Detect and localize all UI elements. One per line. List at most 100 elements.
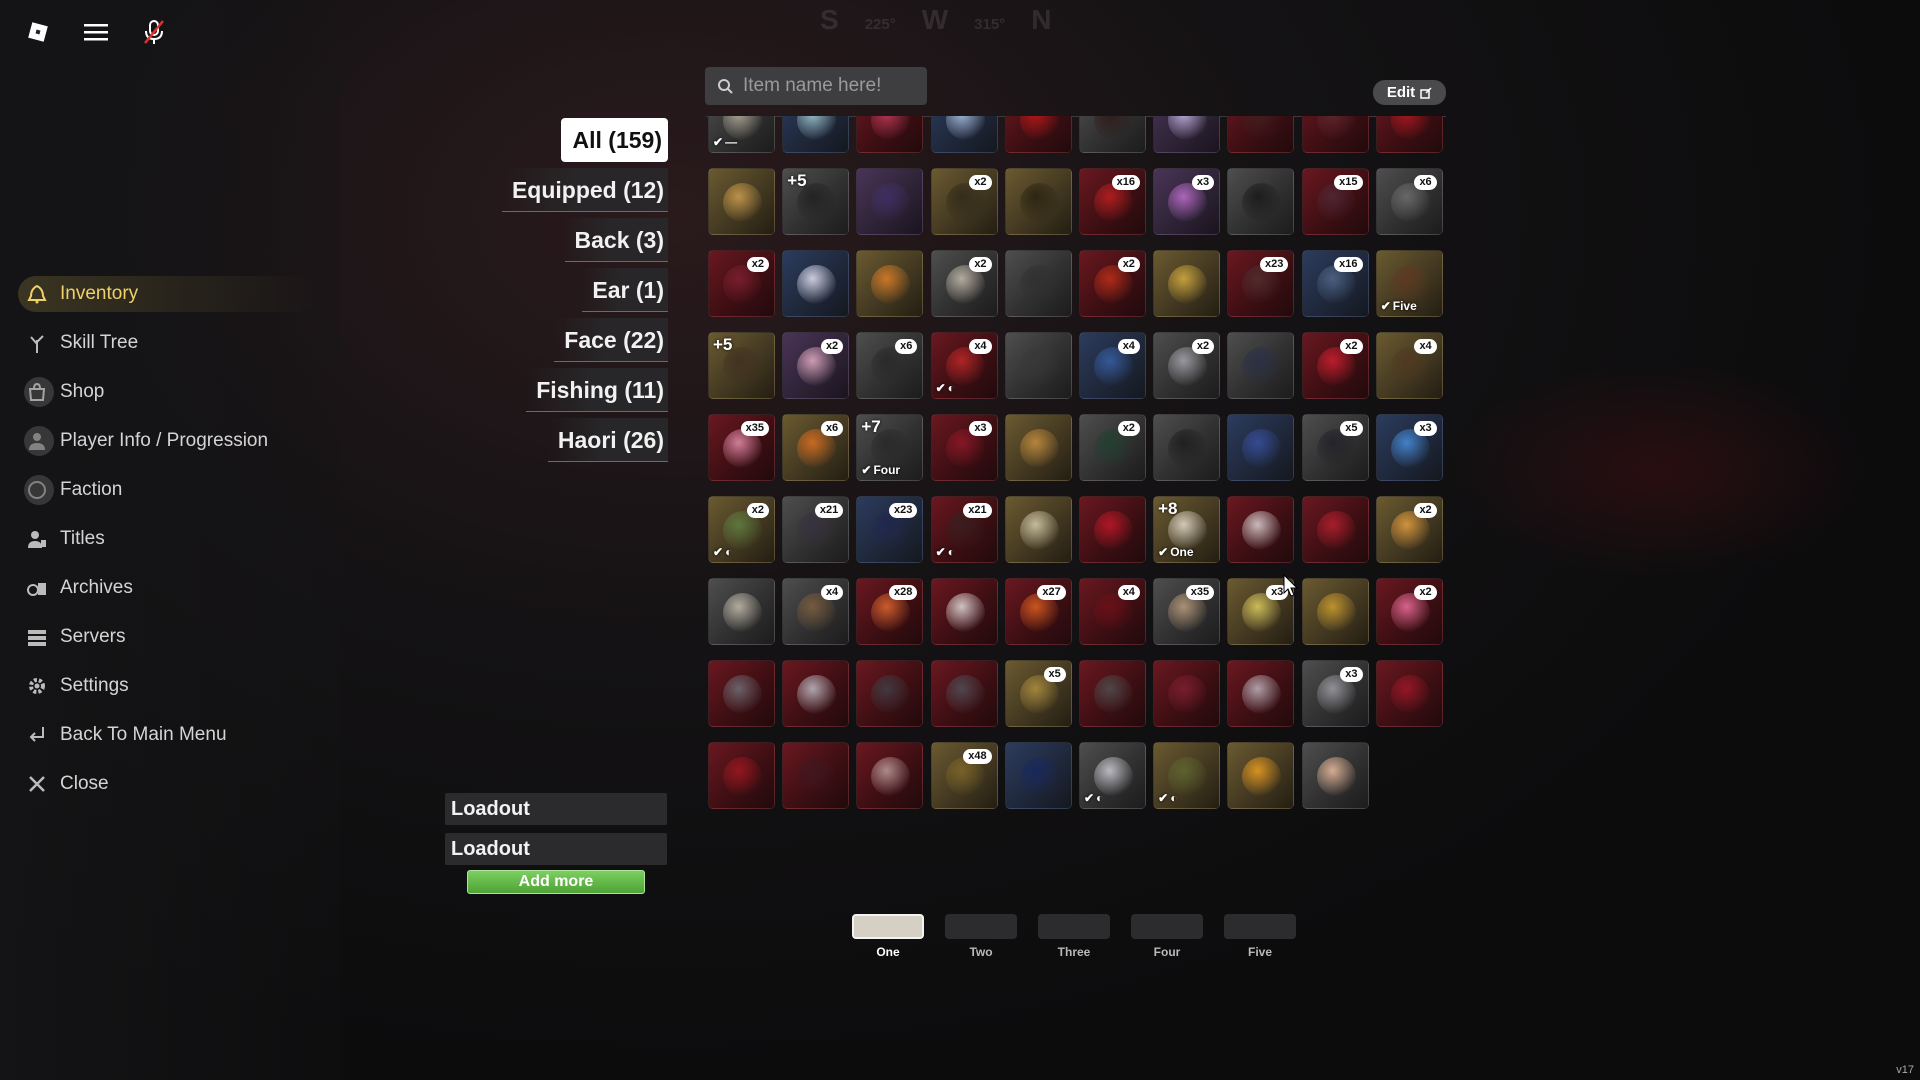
inventory-item[interactable]: x15 (1301, 168, 1369, 235)
inventory-item[interactable] (708, 168, 775, 235)
inventory-item[interactable] (1078, 660, 1146, 727)
menu-item-faction[interactable]: Faction (18, 472, 318, 508)
inventory-item[interactable] (856, 250, 924, 317)
menu-item-inventory[interactable]: Inventory (18, 276, 318, 312)
menu-item-shop[interactable]: Shop (18, 374, 318, 410)
tab-ear[interactable]: Ear (1) (440, 268, 668, 312)
slot-one[interactable]: One (852, 914, 924, 959)
inventory-item[interactable] (1004, 414, 1072, 481)
add-more-button[interactable]: Add more (467, 870, 645, 894)
menu-item-close[interactable]: Close (18, 766, 318, 802)
inventory-item[interactable] (1153, 250, 1221, 317)
inventory-item[interactable] (1227, 414, 1295, 481)
inventory-item[interactable] (1227, 116, 1295, 153)
inventory-item[interactable]: +8 ✔ One (1153, 496, 1221, 563)
hamburger-menu-icon[interactable] (82, 18, 110, 46)
inventory-item[interactable] (930, 116, 998, 153)
menu-item-servers[interactable]: Servers (18, 619, 318, 655)
inventory-item[interactable]: x6 (1375, 168, 1443, 235)
inventory-item[interactable]: x4 (1375, 332, 1443, 399)
inventory-item[interactable] (1227, 660, 1295, 727)
inventory-item[interactable]: x3 (930, 414, 998, 481)
inventory-item[interactable]: +7 ✔ Four (856, 414, 924, 481)
inventory-item[interactable]: x28 (856, 578, 924, 645)
inventory-item[interactable]: x3 (1153, 168, 1221, 235)
inventory-item[interactable]: x2 (1078, 414, 1146, 481)
inventory-item[interactable]: x6 (856, 332, 924, 399)
inventory-item[interactable] (782, 660, 850, 727)
inventory-item[interactable]: x2 ✔ ◐ (708, 496, 775, 563)
slot-two[interactable]: Two (945, 914, 1017, 959)
inventory-item[interactable] (856, 168, 924, 235)
inventory-item[interactable] (1004, 742, 1072, 809)
inventory-item[interactable]: ✔ ◐ (1153, 742, 1221, 809)
inventory-item[interactable]: +5 (782, 168, 850, 235)
inventory-item[interactable] (1004, 496, 1072, 563)
item-search-box[interactable] (705, 67, 927, 105)
inventory-item[interactable] (1078, 116, 1146, 153)
inventory-item[interactable] (1227, 332, 1295, 399)
inventory-item[interactable] (1153, 116, 1221, 153)
loadout-field[interactable]: Loadout (445, 833, 667, 865)
slot-four[interactable]: Four (1131, 914, 1203, 959)
slot-five[interactable]: Five (1224, 914, 1296, 959)
inventory-item[interactable]: x2 (1078, 250, 1146, 317)
inventory-item[interactable] (1375, 116, 1443, 153)
menu-item-back-to-main-menu[interactable]: Back To Main Menu (18, 717, 318, 753)
inventory-item[interactable]: x35 (1153, 578, 1221, 645)
inventory-item[interactable]: x2 (782, 332, 850, 399)
inventory-item[interactable] (1004, 168, 1072, 235)
inventory-item[interactable]: x3 (1375, 414, 1443, 481)
menu-item-archives[interactable]: Archives (18, 570, 318, 606)
loadout-field[interactable]: Loadout (445, 793, 667, 825)
inventory-item[interactable]: x21 (782, 496, 850, 563)
inventory-item[interactable] (782, 742, 850, 809)
inventory-item[interactable] (856, 660, 924, 727)
tab-back[interactable]: Back (3) (440, 218, 668, 262)
menu-item-settings[interactable]: Settings (18, 668, 318, 704)
inventory-item[interactable] (1153, 660, 1221, 727)
inventory-grid-viewport[interactable]: ✔ — +5 x2 x16 x3 x15 x6 x2 x2 x2 x23 x16 ✔ Five +5 x2 x6 x… (706, 116, 1446, 816)
inventory-item[interactable]: x2 (1153, 332, 1221, 399)
inventory-item[interactable]: ✔ Five (1375, 250, 1443, 317)
inventory-item[interactable] (708, 660, 775, 727)
inventory-item[interactable]: x16 (1078, 168, 1146, 235)
inventory-item[interactable] (1004, 250, 1072, 317)
inventory-item[interactable] (708, 742, 775, 809)
inventory-item[interactable] (1004, 116, 1072, 153)
inventory-item[interactable]: x5 (1004, 660, 1072, 727)
inventory-item[interactable]: x4 (782, 578, 850, 645)
inventory-item[interactable]: ✔ — (708, 116, 775, 153)
slot-three[interactable]: Three (1038, 914, 1110, 959)
inventory-item[interactable] (856, 742, 924, 809)
inventory-item[interactable]: x35 (708, 414, 775, 481)
inventory-item[interactable]: x2 (1301, 332, 1369, 399)
inventory-item[interactable] (1301, 496, 1369, 563)
inventory-item[interactable]: x2 (1375, 578, 1443, 645)
inventory-item[interactable] (1375, 660, 1443, 727)
inventory-item[interactable]: x27 (1004, 578, 1072, 645)
inventory-item[interactable]: ✔ ◐ (1078, 742, 1146, 809)
inventory-item[interactable]: x6 (782, 414, 850, 481)
inventory-item[interactable]: x2 (1375, 496, 1443, 563)
inventory-item[interactable]: x4 (1078, 578, 1146, 645)
search-input[interactable] (743, 75, 913, 97)
menu-item-skill-tree[interactable]: Skill Tree (18, 325, 318, 361)
inventory-item[interactable] (930, 660, 998, 727)
inventory-item[interactable] (1301, 742, 1369, 809)
inventory-item[interactable] (1004, 332, 1072, 399)
tab-fishing[interactable]: Fishing (11) (440, 368, 668, 412)
inventory-item[interactable] (708, 578, 775, 645)
inventory-item[interactable] (1078, 496, 1146, 563)
inventory-item[interactable]: x2 (930, 250, 998, 317)
tab-haori[interactable]: Haori (26) (440, 418, 668, 462)
inventory-item[interactable] (1227, 496, 1295, 563)
tab-all[interactable]: All (159) (440, 118, 668, 162)
inventory-item[interactable]: x4 (1078, 332, 1146, 399)
roblox-logo-icon[interactable] (24, 18, 52, 46)
microphone-muted-icon[interactable] (140, 18, 168, 46)
menu-item-player-info[interactable]: Player Info / Progression (18, 423, 318, 459)
inventory-item[interactable] (1301, 116, 1369, 153)
inventory-item[interactable]: x23 (856, 496, 924, 563)
tab-face[interactable]: Face (22) (440, 318, 668, 362)
